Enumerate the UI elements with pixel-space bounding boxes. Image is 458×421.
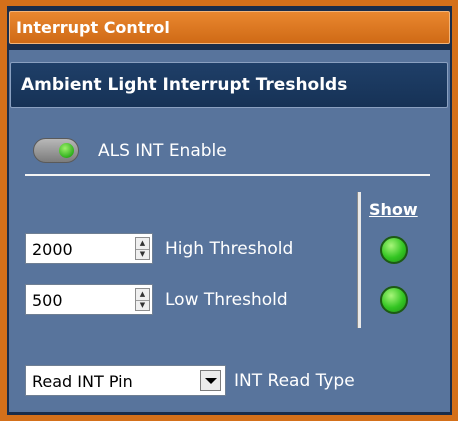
interrupt-control-panel: Interrupt Control Ambient Light Interrup… (0, 0, 458, 421)
low-threshold-led-icon (380, 286, 408, 314)
als-int-enable-toggle[interactable] (33, 138, 79, 163)
panel-title: Interrupt Control (16, 18, 170, 37)
section-divider (25, 174, 430, 176)
vertical-divider (357, 192, 361, 328)
section-title: Ambient Light Interrupt Tresholds (21, 75, 348, 95)
spinner-down-icon[interactable]: ▼ (136, 249, 149, 260)
high-threshold-led-icon (380, 236, 408, 264)
spinner-down-icon[interactable]: ▼ (136, 300, 149, 311)
show-label: Show (369, 200, 418, 219)
int-read-type-select[interactable]: Read INT Pin (25, 365, 226, 396)
high-threshold-input[interactable]: 2000 ▲ ▼ (25, 233, 153, 264)
low-threshold-spinner[interactable]: ▲ ▼ (135, 288, 150, 311)
high-threshold-label: High Threshold (165, 239, 294, 259)
high-threshold-value: 2000 (32, 240, 73, 259)
chevron-down-icon[interactable] (200, 370, 221, 391)
low-threshold-label: Low Threshold (165, 290, 288, 310)
als-int-enable-label: ALS INT Enable (98, 141, 227, 161)
section-header: Ambient Light Interrupt Tresholds (10, 62, 448, 108)
toggle-indicator-icon (59, 143, 74, 158)
int-read-type-value: Read INT Pin (32, 372, 133, 391)
high-threshold-spinner[interactable]: ▲ ▼ (135, 237, 150, 260)
low-threshold-input[interactable]: 500 ▲ ▼ (25, 284, 153, 315)
low-threshold-value: 500 (32, 291, 63, 310)
int-read-type-label: INT Read Type (234, 371, 355, 391)
panel-title-bar: Interrupt Control (9, 11, 450, 44)
